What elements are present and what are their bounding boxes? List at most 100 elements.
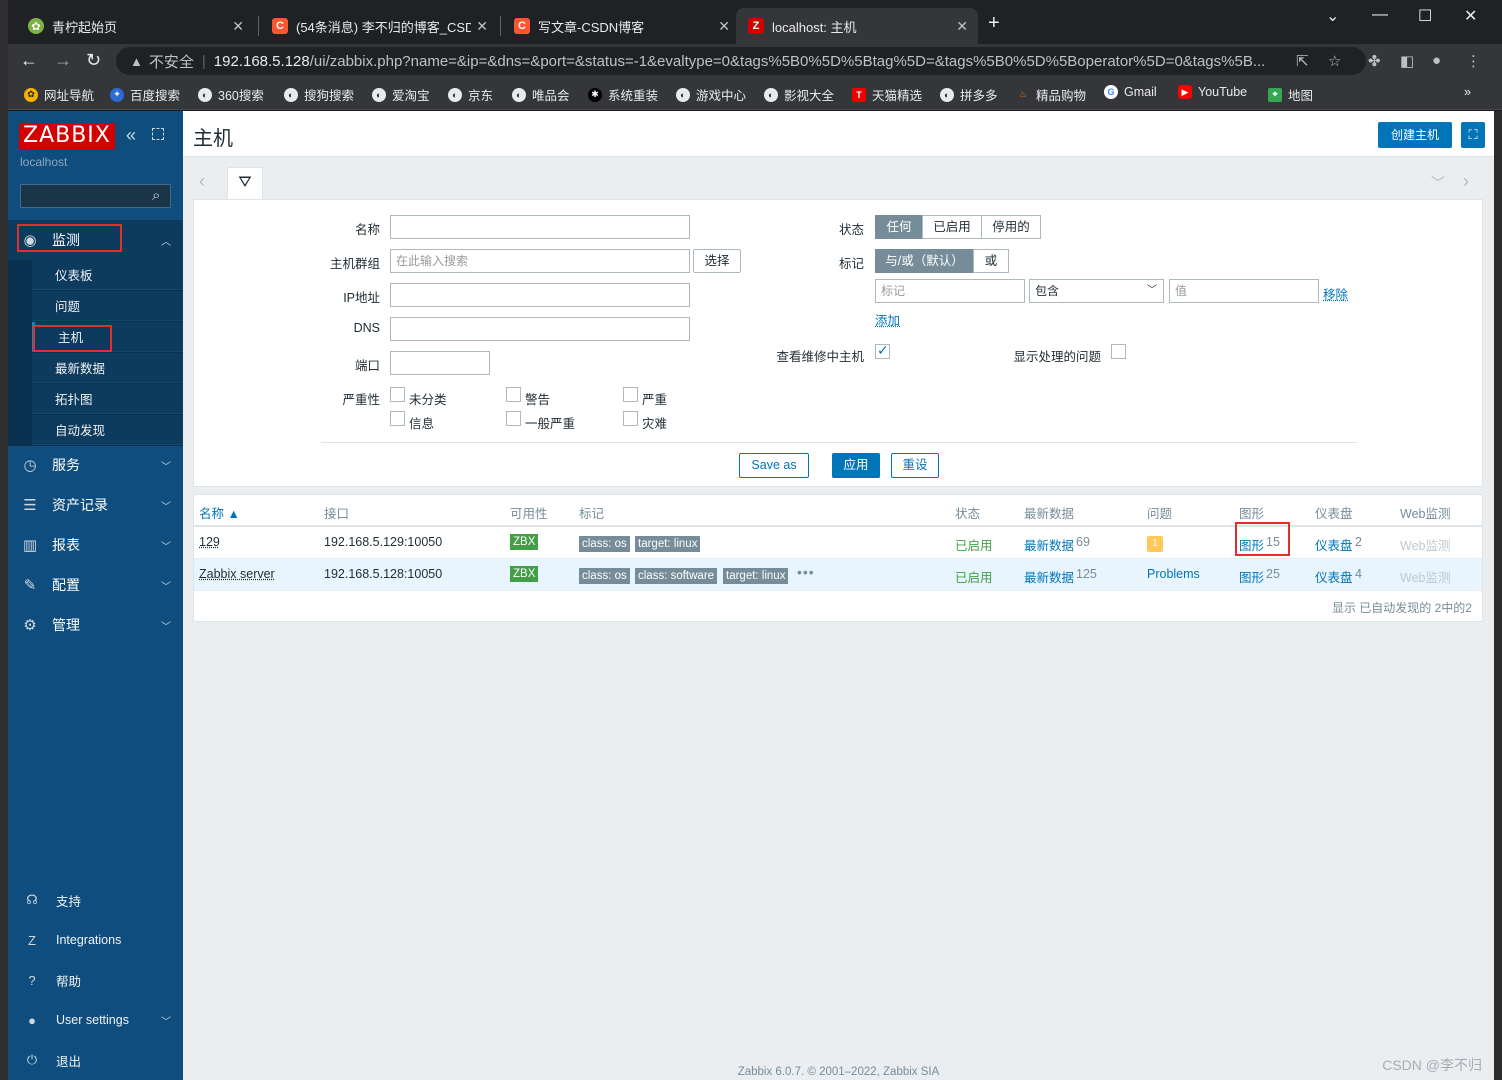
star-icon[interactable]: ☆: [1328, 52, 1341, 70]
close-tab-icon[interactable]: ✕: [476, 18, 488, 35]
menu-sign-out[interactable]: ⏻ 退出: [8, 1040, 183, 1080]
ip-input[interactable]: [390, 283, 690, 307]
maintenance-checkbox[interactable]: [875, 342, 890, 359]
close-tab-icon[interactable]: ✕: [718, 18, 730, 35]
chevron-right-icon[interactable]: ›: [1463, 171, 1469, 192]
browser-tab-1[interactable]: ✿ 青柠起始页 ✕: [16, 8, 254, 44]
sidebar-search-input[interactable]: [20, 184, 171, 208]
maximize-icon[interactable]: ☐: [1418, 6, 1432, 26]
chevron-down-icon[interactable]: ﹀: [1431, 173, 1445, 193]
profile-icon[interactable]: ●: [1432, 52, 1441, 69]
severity-checkbox[interactable]: [390, 411, 405, 426]
create-host-button[interactable]: 创建主机: [1378, 122, 1453, 148]
bookmark[interactable]: ✱ 系统重装: [588, 85, 658, 104]
tag-eval-andor-option[interactable]: 与/或（默认）: [875, 249, 974, 273]
minimize-icon[interactable]: —: [1372, 6, 1388, 24]
close-tab-icon[interactable]: ✕: [956, 18, 968, 35]
reset-button[interactable]: 重设: [891, 453, 939, 478]
column-header-status[interactable]: 状态: [955, 503, 980, 522]
dashboards-link[interactable]: 仪表盘: [1315, 567, 1353, 586]
menu-administration[interactable]: ⚙ 管理 ﹀: [8, 605, 183, 645]
severity-checkbox[interactable]: [506, 387, 521, 402]
browser-tab-2[interactable]: C (54条消息) 李不归的博客_CSDN ✕: [260, 8, 498, 44]
apply-button[interactable]: 应用: [832, 453, 880, 478]
hide-sidebar-icon[interactable]: [152, 128, 164, 140]
forward-icon[interactable]: →: [54, 50, 72, 70]
bookmark[interactable]: ◐ 爱淘宝: [372, 85, 430, 104]
status-enabled-option[interactable]: 已启用: [922, 215, 982, 239]
problems-link[interactable]: Problems: [1147, 567, 1200, 581]
remove-tag-link[interactable]: 移除: [1323, 284, 1348, 303]
status-disabled-option[interactable]: 停用的: [981, 215, 1041, 239]
fullscreen-icon[interactable]: ⛶: [1461, 122, 1485, 148]
menu-user-settings[interactable]: ● User settings ﹀: [8, 1000, 183, 1040]
dns-input[interactable]: [390, 317, 690, 341]
menu-services[interactable]: ◷ 服务 ﹀: [8, 445, 183, 485]
severity-checkbox[interactable]: [506, 411, 521, 426]
host-name-link[interactable]: 129: [199, 535, 220, 549]
menu-support[interactable]: ☊ 支持: [8, 880, 183, 920]
tag-name-input[interactable]: 标记: [875, 279, 1025, 303]
graphs-link[interactable]: 图形: [1239, 567, 1264, 586]
bookmark[interactable]: ✦ 百度搜索: [110, 85, 180, 104]
menu-integrations[interactable]: Z Integrations: [8, 920, 183, 960]
severity-checkbox[interactable]: [623, 387, 638, 402]
extensions-icon[interactable]: ✤: [1368, 52, 1381, 70]
select-button[interactable]: 选择: [693, 249, 741, 273]
search-icon[interactable]: ⌕: [152, 187, 160, 204]
close-window-icon[interactable]: ✕: [1464, 6, 1477, 26]
sidebar-item-latest-data[interactable]: 最新数据: [32, 353, 183, 383]
close-tab-icon[interactable]: ✕: [232, 18, 244, 35]
bookmark[interactable]: ⌖ 地图: [1268, 85, 1313, 104]
latest-data-link[interactable]: 最新数据: [1024, 535, 1074, 554]
status-link[interactable]: 已启用: [955, 567, 993, 586]
menu-inventory[interactable]: ☰ 资产记录 ﹀: [8, 485, 183, 525]
add-tag-link[interactable]: 添加: [875, 310, 900, 329]
dashboards-link[interactable]: 仪表盘: [1315, 535, 1353, 554]
bookmark[interactable]: ◐ 京东: [448, 85, 493, 104]
menu-reports[interactable]: ▥ 报表 ﹀: [8, 525, 183, 565]
reload-icon[interactable]: ↻: [86, 50, 101, 70]
tag-eval-or-option[interactable]: 或: [973, 249, 1009, 273]
more-tags-icon[interactable]: •••: [797, 564, 815, 580]
severity-checkbox[interactable]: [623, 411, 638, 426]
back-icon[interactable]: ←: [20, 50, 38, 70]
tag-operator-select[interactable]: 包含 ﹀: [1029, 279, 1164, 303]
bookmark[interactable]: ▶ YouTube: [1178, 85, 1247, 99]
bookmark[interactable]: ◐ 拼多多: [940, 85, 998, 104]
host-name-link[interactable]: Zabbix server: [199, 567, 275, 581]
menu-help[interactable]: ? 帮助: [8, 960, 183, 1000]
bookmark[interactable]: ◐ 影视大全: [764, 85, 834, 104]
port-input[interactable]: [390, 351, 490, 375]
bookmark[interactable]: ♨ 精品购物: [1016, 85, 1086, 104]
host-group-input[interactable]: 在此输入搜索: [390, 249, 690, 273]
column-header-name[interactable]: 名称 ▲: [199, 503, 240, 522]
tag-value-input[interactable]: 值: [1169, 279, 1319, 303]
share-icon[interactable]: ⇱: [1296, 52, 1309, 70]
more-icon[interactable]: ⋮: [1466, 52, 1481, 70]
save-as-button[interactable]: Save as: [739, 453, 809, 478]
chevron-down-icon[interactable]: ⌄: [1326, 6, 1339, 26]
collapse-sidebar-icon[interactable]: «: [126, 125, 136, 146]
bookmark[interactable]: T 天猫精选: [852, 85, 922, 104]
availability-badge[interactable]: ZBX: [510, 534, 539, 550]
tag-badge[interactable]: class: software: [635, 568, 718, 584]
address-bar[interactable]: ▲ 不安全 | 192.168.5.128/ui/zabbix.php?name…: [116, 47, 1366, 75]
menu-configuration[interactable]: ✎ 配置 ﹀: [8, 565, 183, 605]
status-link[interactable]: 已启用: [955, 535, 993, 554]
latest-data-link[interactable]: 最新数据: [1024, 567, 1074, 586]
bookmark[interactable]: ◐ 360搜索: [198, 85, 264, 104]
problems-count-badge[interactable]: 1: [1147, 536, 1163, 552]
bookmark[interactable]: ◐ 搜狗搜索: [284, 85, 354, 104]
bookmark[interactable]: ◐ 唯品会: [512, 85, 570, 104]
zabbix-logo[interactable]: ZABBIX: [19, 123, 115, 149]
name-input[interactable]: [390, 215, 690, 239]
bookmark[interactable]: ◐ 游戏中心: [676, 85, 746, 104]
sidebar-item-discovery[interactable]: 自动发现: [32, 415, 183, 445]
filter-icon[interactable]: ⛛: [227, 167, 263, 200]
bookmark[interactable]: G Gmail: [1104, 85, 1157, 99]
show-suppressed-checkbox[interactable]: [1111, 344, 1126, 359]
sidebar-item-maps[interactable]: 拓扑图: [32, 384, 183, 414]
tag-badge[interactable]: target: linux: [635, 536, 701, 552]
chevron-left-icon[interactable]: ‹: [199, 171, 205, 192]
